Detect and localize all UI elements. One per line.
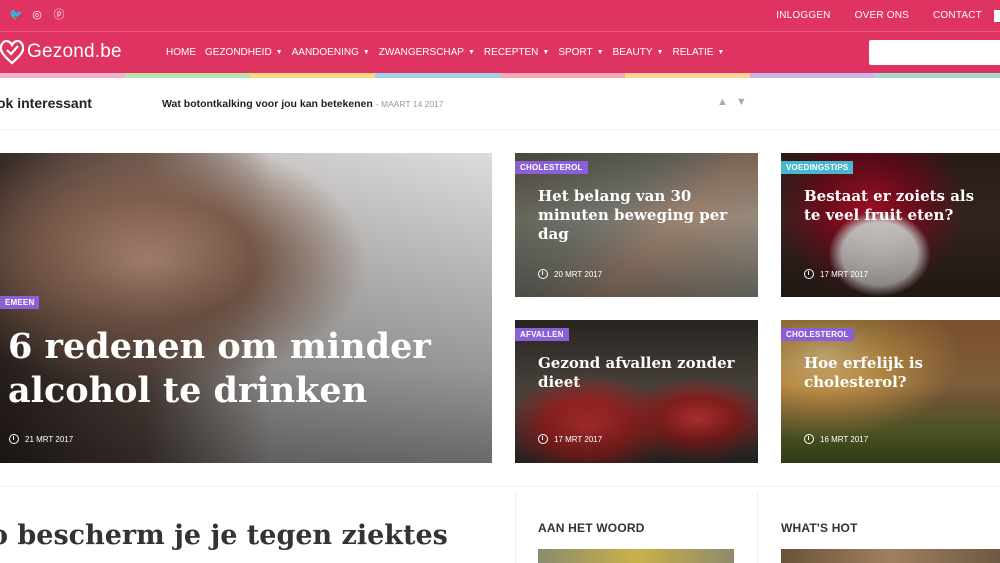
nav-sport[interactable]: SPORT ▼ xyxy=(558,47,603,58)
caret-down-icon: ▼ xyxy=(467,49,475,56)
pinterest-icon[interactable]: ⓟ xyxy=(53,8,65,22)
about-link[interactable]: OVER ONS xyxy=(855,10,909,21)
category-badge[interactable]: CHOLESTEROL xyxy=(781,328,854,341)
article-date: 21 MRT 2017 xyxy=(25,434,74,444)
column-title-whats-hot: WHAT'S HOT xyxy=(781,521,858,535)
column-divider xyxy=(515,492,516,563)
article-date: 16 MRT 2017 xyxy=(820,434,869,444)
featured-meta: 21 MRT 2017 xyxy=(9,434,73,444)
category-badge[interactable]: VOEDINGSTIPS xyxy=(781,161,854,174)
heart-logo-icon xyxy=(0,39,24,65)
article-card[interactable]: CHOLESTEROL Het belang van 30 minuten be… xyxy=(515,153,758,297)
login-link[interactable]: INLOGGEN xyxy=(776,10,830,21)
logo-text: Gezond.be xyxy=(27,41,122,62)
site-logo[interactable]: Gezond.be xyxy=(0,37,122,67)
category-badge[interactable]: AFVALLEN xyxy=(515,328,569,341)
category-badge[interactable]: EMEEN xyxy=(0,296,40,309)
nav-recepten[interactable]: RECEPTEN ▼ xyxy=(484,47,549,58)
featured-article[interactable]: EMEEN 6 redenen om minder alcohol te dri… xyxy=(0,153,492,463)
caret-down-icon: ▼ xyxy=(656,49,664,56)
instagram-icon[interactable]: ◎ xyxy=(31,8,43,22)
clock-icon xyxy=(538,269,548,279)
article-card[interactable]: AFVALLEN Gezond afvallen zonder dieet 17… xyxy=(515,320,758,463)
nav-beauty[interactable]: BEAUTY ▼ xyxy=(613,47,664,58)
category-badge[interactable]: CHOLESTEROL xyxy=(515,161,588,174)
nav-zwangerschap[interactable]: ZWANGERSCHAP ▼ xyxy=(379,47,475,58)
column-divider xyxy=(757,492,758,563)
cut-off-link[interactable] xyxy=(994,9,1000,22)
thumbnail-image[interactable] xyxy=(538,549,734,563)
clock-icon xyxy=(538,434,548,444)
clock-icon xyxy=(804,269,814,279)
twitter-icon[interactable]: 🐦 xyxy=(9,8,23,22)
thumbnail-image[interactable] xyxy=(781,549,1000,563)
ticker-headline[interactable]: Wat botontkalking voor jou kan betekenen… xyxy=(162,98,444,110)
nav-gezondheid[interactable]: GEZONDHEID ▼ xyxy=(205,47,283,58)
article-title[interactable]: Gezond afvallen zonder dieet xyxy=(538,354,753,392)
top-bar: 🐦 ◎ ⓟ INLOGGEN OVER ONS CONTACT xyxy=(0,0,1000,31)
caret-down-icon: ▼ xyxy=(717,49,725,56)
column-title-aan-het-woord: AAN HET WOORD xyxy=(538,521,645,535)
article-title[interactable]: Het belang van 30 minuten beweging per d… xyxy=(538,187,753,244)
main-menu: HOME GEZONDHEID ▼ AANDOENING ▼ ZWANGERSCHA… xyxy=(166,32,733,73)
main-navbar: Gezond.be HOME GEZONDHEID ▼ AANDOENING ▼ Z… xyxy=(0,31,1000,73)
ticker-label: ok interessant xyxy=(0,95,92,111)
featured-title[interactable]: 6 redenen om minder alcohol te drinken xyxy=(8,325,478,413)
article-meta: 17 MRT 2017 xyxy=(538,434,602,444)
chevron-down-icon[interactable]: ▼ xyxy=(736,96,747,108)
article-card[interactable]: VOEDINGSTIPS Bestaat er zoiets als te ve… xyxy=(781,153,1000,297)
article-meta: 20 MRT 2017 xyxy=(538,269,602,279)
article-date: 17 MRT 2017 xyxy=(820,269,869,279)
article-meta: 16 MRT 2017 xyxy=(804,434,868,444)
caret-down-icon: ▼ xyxy=(275,49,283,56)
article-title[interactable]: Hoe erfelijk is cholesterol? xyxy=(804,354,1000,392)
contact-link[interactable]: CONTACT xyxy=(933,10,982,21)
ticker-date: - MAART 14 2017 xyxy=(375,99,444,109)
nav-aandoening[interactable]: AANDOENING ▼ xyxy=(292,47,370,58)
search-input[interactable] xyxy=(869,40,1000,65)
nav-home[interactable]: HOME xyxy=(166,47,196,58)
article-title[interactable]: Bestaat er zoiets als te veel fruit eten… xyxy=(804,187,994,225)
ticker-arrows: ▲ ▼ xyxy=(717,96,747,108)
news-ticker: ok interessant Wat botontkalking voor jo… xyxy=(0,78,1000,130)
section-title[interactable]: o bescherm je je tegen ziektes xyxy=(0,520,448,551)
caret-down-icon: ▼ xyxy=(362,49,370,56)
clock-icon xyxy=(804,434,814,444)
article-date: 17 MRT 2017 xyxy=(554,434,603,444)
caret-down-icon: ▼ xyxy=(596,49,604,56)
nav-relatie[interactable]: RELATIE ▼ xyxy=(672,47,724,58)
article-card[interactable]: CHOLESTEROL Hoe erfelijk is cholesterol?… xyxy=(781,320,1000,463)
social-links: 🐦 ◎ ⓟ xyxy=(9,8,65,22)
article-meta: 17 MRT 2017 xyxy=(804,269,868,279)
section-divider xyxy=(0,486,1000,487)
chevron-up-icon[interactable]: ▲ xyxy=(717,96,728,108)
clock-icon xyxy=(9,434,19,444)
article-date: 20 MRT 2017 xyxy=(554,269,603,279)
top-links: INLOGGEN OVER ONS CONTACT xyxy=(776,0,1000,31)
caret-down-icon: ▼ xyxy=(542,49,550,56)
